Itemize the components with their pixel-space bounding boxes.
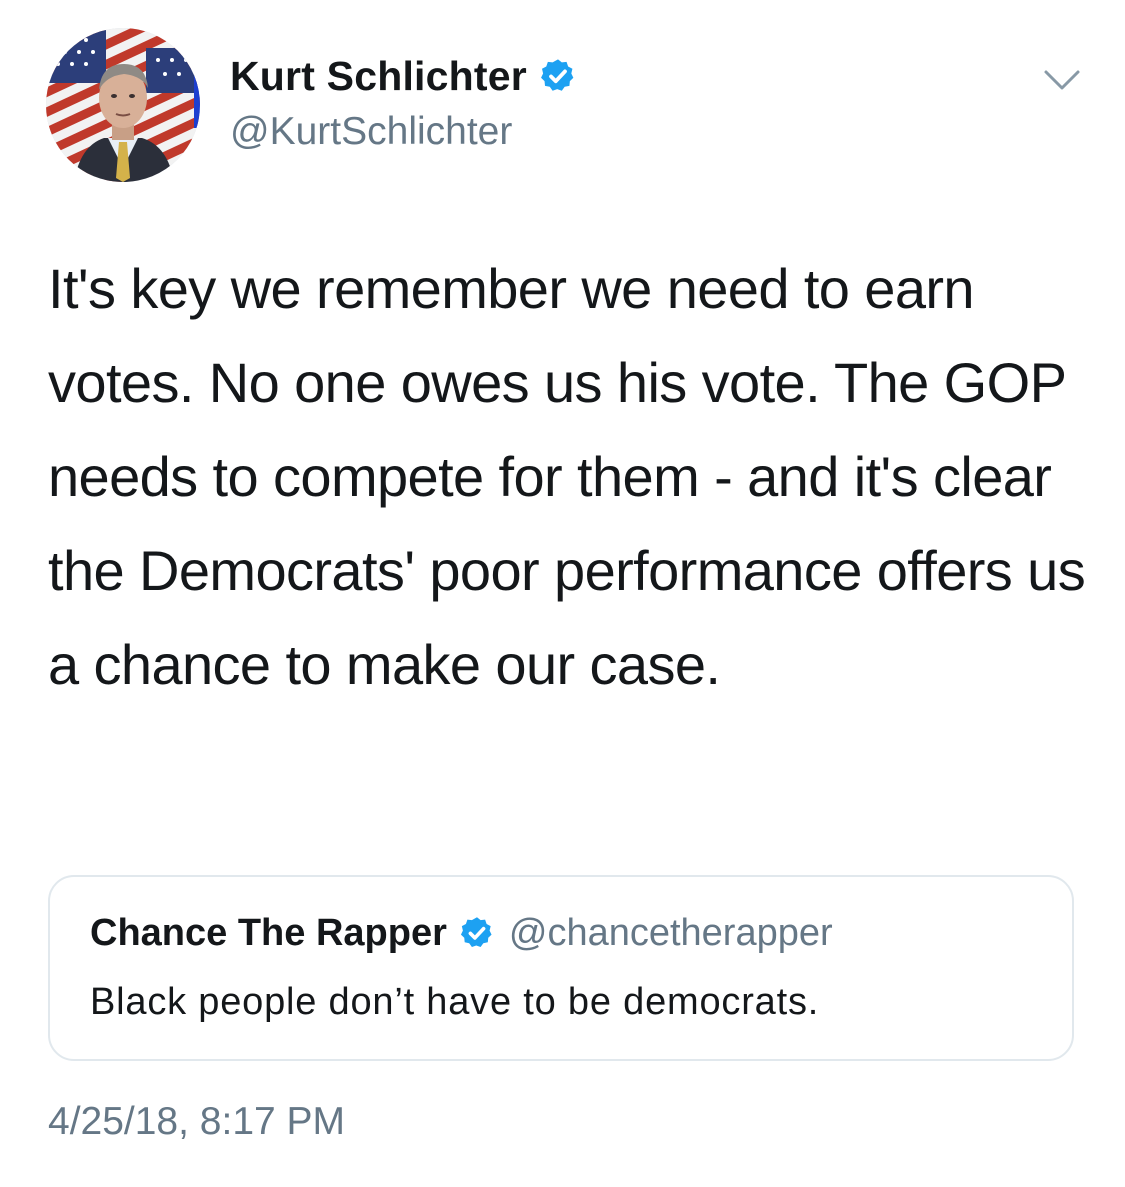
quoted-author-display-name: Chance The Rapper — [90, 911, 447, 954]
tweet-card: Kurt Schlichter @KurtSchlichter It's key… — [0, 0, 1125, 1187]
tweet-timestamp[interactable]: 4/25/18, 8:17 PM — [48, 1100, 345, 1144]
tweet-text: It's key we remember we need to earn vot… — [48, 257, 1086, 696]
author-display-name[interactable]: Kurt Schlichter — [230, 53, 527, 100]
verified-badge-icon — [540, 59, 574, 91]
quoted-tweet-text: Black people don’t have to be democrats. — [90, 981, 820, 1023]
verified-badge-icon — [460, 917, 492, 947]
quoted-tweet[interactable]: Chance The Rapper @chancetherapper Black… — [48, 875, 1074, 1061]
tweet-header: Kurt Schlichter @KurtSchlichter — [46, 28, 1086, 184]
quoted-author-handle: @chancetherapper — [508, 911, 833, 954]
quoted-tweet-header: Chance The Rapper @chancetherapper — [90, 905, 833, 961]
author-name-row[interactable]: Kurt Schlichter — [230, 48, 577, 104]
avatar-image — [46, 28, 200, 182]
avatar[interactable] — [46, 28, 200, 182]
chevron-down-icon[interactable] — [1042, 64, 1082, 94]
author-handle[interactable]: @KurtSchlichter — [230, 110, 512, 154]
